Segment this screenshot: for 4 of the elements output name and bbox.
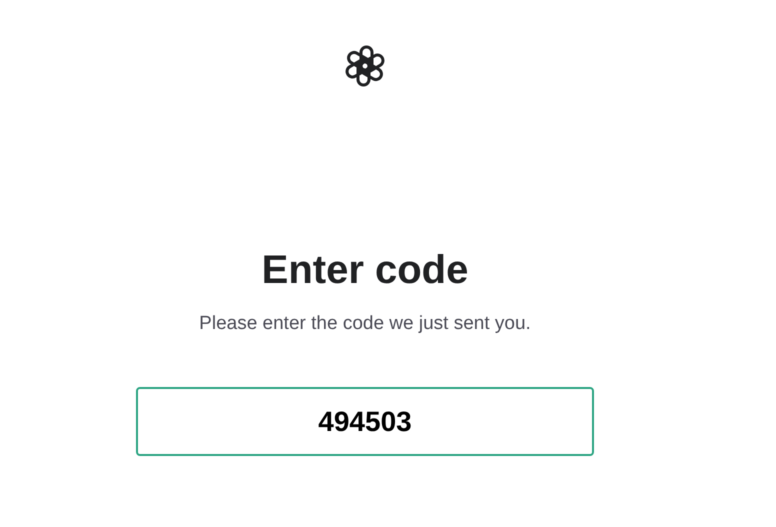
code-input-field[interactable]: 494503 bbox=[136, 387, 594, 456]
logo-icon bbox=[343, 44, 387, 88]
page-title: Enter code bbox=[262, 247, 468, 294]
instruction-text: Please enter the code we just sent you. bbox=[199, 312, 531, 336]
